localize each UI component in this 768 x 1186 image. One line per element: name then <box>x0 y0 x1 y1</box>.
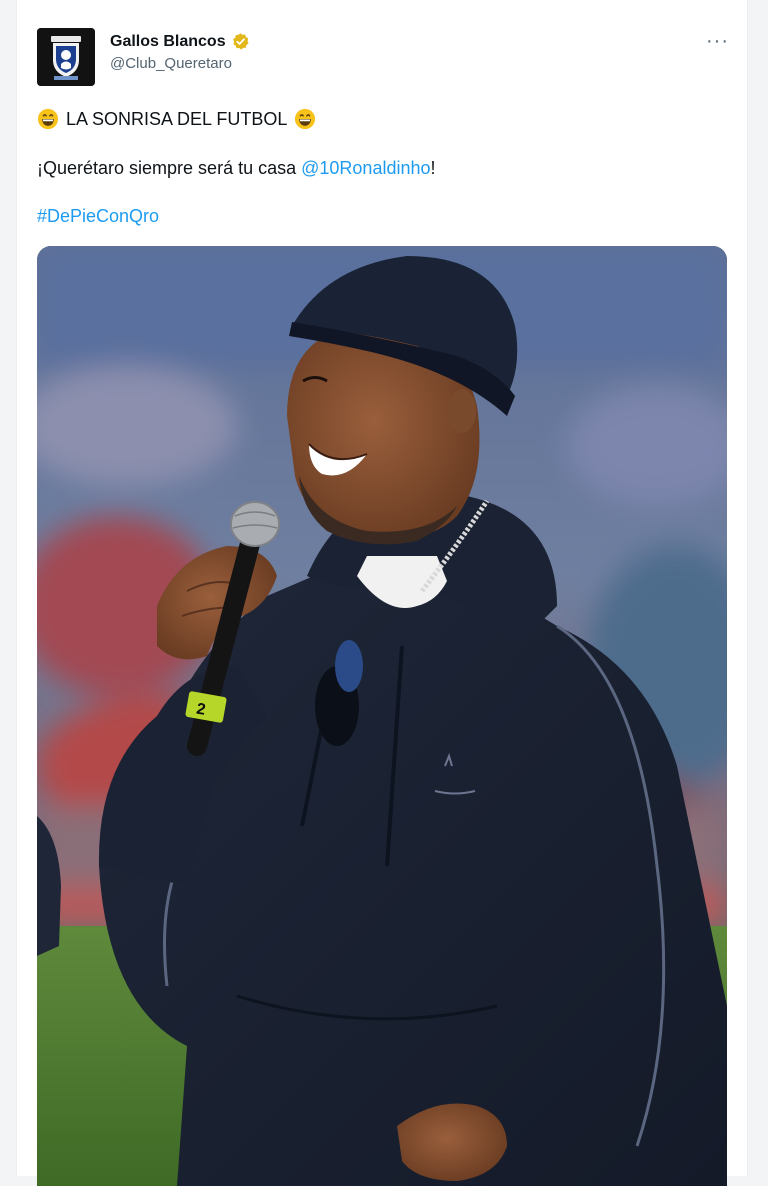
hashtag-link[interactable]: #DePieConQro <box>37 206 159 227</box>
tweet-photo[interactable]: 2 <box>37 246 727 1186</box>
verified-badge-icon <box>232 33 249 50</box>
author-handle[interactable]: @Club_Queretaro <box>110 55 250 72</box>
tweet-card: Gallos Blancos @Club_Queretaro ··· LA SO… <box>16 0 748 1186</box>
club-crest-icon <box>37 28 95 86</box>
tweet-body-text: ¡Querétaro siempre será tu casa <box>37 158 297 178</box>
tweet-line-3: #DePieConQro <box>37 206 159 227</box>
mention-link[interactable]: @10Ronaldinho <box>301 158 430 179</box>
tweet-headline: LA SONRISA DEL FUTBOL <box>66 108 288 129</box>
grinning-face-icon <box>295 108 316 130</box>
author-block: Gallos Blancos @Club_Queretaro <box>110 32 250 72</box>
tweet-body-suffix: ! <box>430 158 436 178</box>
tweet-line-1: LA SONRISA DEL FUTBOL <box>37 108 316 130</box>
photo-illustration: 2 <box>37 246 727 1186</box>
tweet-line-2: ¡Querétaro siempre será tu casa @10Ronal… <box>37 158 436 179</box>
author-name[interactable]: Gallos Blancos <box>110 33 226 51</box>
more-options-button[interactable]: ··· <box>706 30 729 53</box>
grinning-face-icon <box>37 108 59 130</box>
avatar[interactable] <box>37 28 95 86</box>
